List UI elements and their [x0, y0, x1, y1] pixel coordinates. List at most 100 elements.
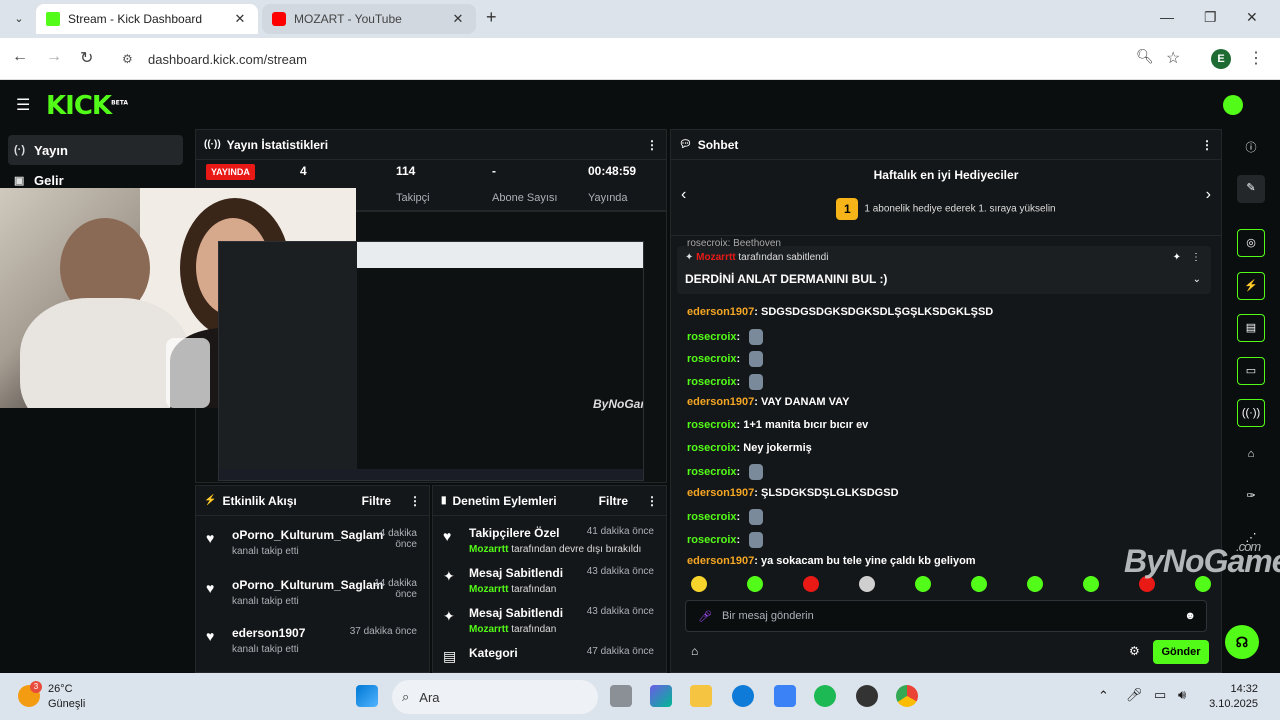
file-explorer-icon[interactable]	[690, 685, 712, 707]
new-tab-icon[interactable]: +	[486, 7, 497, 28]
store-icon[interactable]	[774, 685, 796, 707]
chat-username[interactable]: rosecroix	[687, 534, 737, 546]
sidebar-item-yayin[interactable]: (·) Yayın	[8, 135, 183, 165]
tab-youtube[interactable]: MOZART - YouTube ✕	[262, 4, 476, 34]
moderation-actor[interactable]: Mozarrtt	[469, 544, 508, 555]
tab-search-icon[interactable]: ⌄	[8, 8, 30, 30]
send-button[interactable]: Gönder	[1153, 640, 1209, 664]
reload-icon[interactable]: ↻	[80, 48, 93, 68]
activity-user[interactable]: oPorno_Kulturum_Saglam	[232, 528, 383, 542]
lightning-icon[interactable]: ⚡	[1237, 272, 1265, 300]
kick-logo[interactable]: KICKBETA	[46, 91, 128, 121]
steam-icon[interactable]	[856, 685, 878, 707]
menu-kebab-icon[interactable]: ⋮	[1248, 48, 1264, 68]
mic-icon[interactable]: 🎤︎	[698, 610, 712, 623]
moderation-item: ✦ Mesaj Sabitlendi Mozarrtt tarafından 4…	[443, 566, 658, 606]
minimize-icon[interactable]: —	[1160, 9, 1174, 25]
chat-username[interactable]: rosecroix	[687, 511, 737, 523]
followers-label: Takipçi	[396, 192, 430, 204]
chat-input[interactable]: 🎤︎ Bir mesaj gönderin ☻	[685, 600, 1207, 632]
panel-menu-icon[interactable]: ⋮	[409, 494, 421, 508]
lightning-icon: ⚡	[204, 495, 217, 506]
task-view-icon[interactable]	[610, 685, 632, 707]
camera-icon[interactable]: ◎	[1237, 229, 1265, 257]
emote-quick-icon[interactable]	[971, 576, 987, 592]
chat-username[interactable]: ederson1907	[687, 396, 754, 408]
emoji-icon[interactable]: ☻	[1184, 610, 1196, 622]
chat-username[interactable]: rosecroix	[687, 442, 737, 454]
chat-username[interactable]: ederson1907	[687, 487, 754, 499]
forward-icon[interactable]: →	[46, 48, 62, 66]
chrome-icon[interactable]	[896, 685, 918, 707]
panel-menu-icon[interactable]: ⋮	[1201, 138, 1213, 152]
chat-message: ederson1907: ŞLSDGKSDŞLGLKSDGSD	[687, 487, 899, 499]
chevron-down-icon[interactable]: ⌄	[1193, 274, 1201, 285]
chat-colon: :	[736, 375, 744, 388]
chat-username[interactable]: rosecroix	[687, 419, 737, 431]
close-tab-icon[interactable]: ✕	[450, 11, 466, 27]
chat-username[interactable]: ederson1907	[687, 306, 754, 318]
user-avatar[interactable]	[1223, 95, 1243, 115]
panel-menu-icon[interactable]: ⋮	[646, 494, 658, 508]
clock-date[interactable]: 3.10.2025	[1204, 698, 1258, 710]
pinned-message[interactable]: ✦ Mozarrtt tarafından sabitlendi DERDİNİ…	[677, 246, 1211, 294]
edge-icon[interactable]	[732, 685, 754, 707]
pin-menu-icon[interactable]: ⋮	[1191, 252, 1201, 263]
edit-icon[interactable]: ✎	[1237, 175, 1265, 203]
emote-quick-icon[interactable]	[1083, 576, 1099, 592]
emote-quick-icon[interactable]	[747, 576, 763, 592]
back-icon[interactable]: ←	[12, 48, 28, 66]
close-tab-icon[interactable]: ✕	[232, 11, 248, 27]
settings-gear-icon[interactable]: ⚙	[1129, 644, 1140, 658]
copilot-icon[interactable]	[650, 685, 672, 707]
info-icon[interactable]: ⓘ	[1237, 135, 1265, 163]
chat-username[interactable]: rosecroix	[687, 466, 737, 478]
spotify-icon[interactable]	[814, 685, 836, 707]
restore-icon[interactable]: ❐	[1204, 9, 1217, 26]
site-settings-icon[interactable]: ⚙	[122, 52, 138, 66]
emote-quick-icon[interactable]	[915, 576, 931, 592]
document-icon[interactable]: ▤	[1237, 314, 1265, 342]
support-headset-icon[interactable]: ☊	[1225, 625, 1259, 659]
moderation-actor[interactable]: Mozarrtt	[469, 584, 508, 595]
bookmark-star-icon[interactable]: ☆	[1166, 48, 1180, 68]
weather-sun-icon[interactable]: 3	[18, 681, 42, 707]
filter-button[interactable]: Filtre	[599, 494, 628, 508]
moderation-actor[interactable]: Mozarrtt	[469, 624, 508, 635]
zoom-icon[interactable]: 🔍︎	[1136, 48, 1154, 65]
store-icon[interactable]: ⌂	[691, 644, 698, 658]
emote-quick-icon[interactable]	[803, 576, 819, 592]
mic-icon[interactable]: 🎤︎	[1126, 687, 1143, 703]
volume-icon[interactable]: 🔊︎	[1178, 687, 1186, 703]
activity-user[interactable]: oPorno_Kulturum_Saglam	[232, 578, 383, 592]
chat-username[interactable]: rosecroix	[687, 353, 737, 365]
wrench-icon[interactable]: ✑	[1237, 483, 1265, 511]
panel-menu-icon[interactable]: ⋮	[646, 138, 658, 152]
hamburger-menu-icon[interactable]: ☰	[16, 95, 30, 115]
address-bar[interactable]: ⚙ dashboard.kick.com/stream	[112, 43, 1162, 75]
chat-icon[interactable]: ▭	[1237, 357, 1265, 385]
network-icon[interactable]: ▭	[1154, 687, 1166, 703]
chat-username[interactable]: rosecroix	[687, 331, 737, 343]
filter-button[interactable]: Filtre	[362, 494, 391, 508]
chat-username[interactable]: rosecroix	[687, 376, 737, 388]
profile-avatar[interactable]: E	[1211, 49, 1231, 69]
broadcast-icon[interactable]: ((·))	[1237, 399, 1265, 427]
unpin-icon[interactable]: ✦	[1173, 252, 1181, 263]
chat-text: SDGSDGSDGKSDGKSDLŞGŞLKSDGKLŞSD	[761, 306, 994, 318]
clock-time[interactable]: 14:32	[1230, 683, 1258, 695]
close-window-icon[interactable]: ✕	[1246, 9, 1258, 26]
store-icon[interactable]: ⌂	[1237, 441, 1265, 469]
tab-kick-dashboard[interactable]: Stream - Kick Dashboard ✕	[36, 4, 258, 34]
windows-start-icon[interactable]	[356, 685, 378, 707]
subs-value: -	[492, 164, 496, 178]
chevron-up-icon[interactable]: ⌃	[1098, 688, 1109, 704]
youtube-favicon-icon	[272, 12, 286, 26]
taskbar-search[interactable]: ⌕ Ara	[392, 680, 598, 714]
emote-quick-icon[interactable]	[691, 576, 707, 592]
emote-quick-icon[interactable]	[859, 576, 875, 592]
emote-quick-icon[interactable]	[1027, 576, 1043, 592]
activity-user[interactable]: ederson1907	[232, 626, 305, 640]
chat-username[interactable]: ederson1907	[687, 555, 754, 567]
chat-message: rosecroix:	[687, 532, 764, 548]
